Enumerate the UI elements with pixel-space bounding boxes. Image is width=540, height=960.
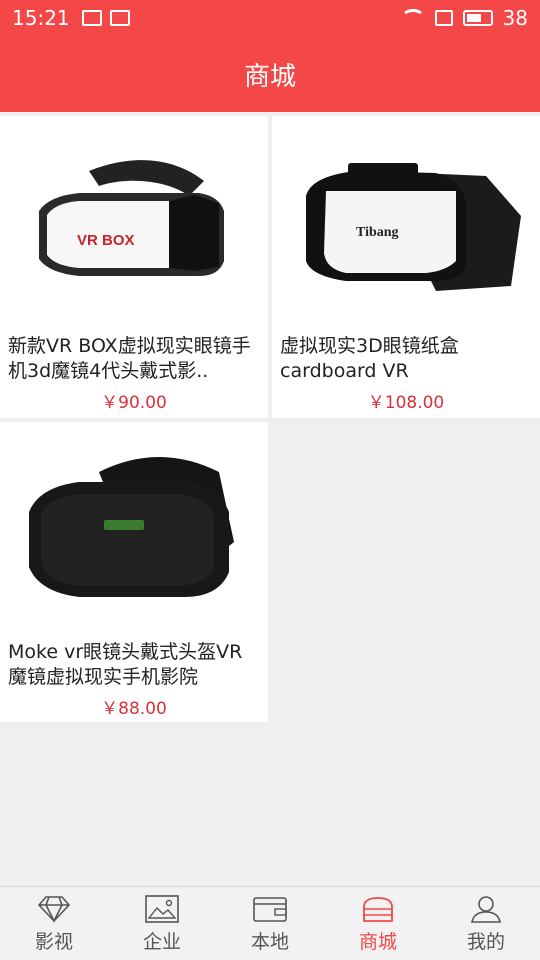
nav-label: 影视 [34,931,73,953]
nav-item-mall[interactable]: 商城 [324,887,432,960]
image-icon [145,895,179,923]
battery-icon [462,10,493,26]
nav-label: 我的 [466,931,505,953]
product-price: ￥88.00 [101,699,167,719]
nav-item-business[interactable]: 企业 [108,887,216,960]
product-image: Tibang [272,116,540,326]
product-title: Moke vr眼镜头戴式头盔VR魔镜虚拟现实手机影院 [8,641,243,688]
shop-icon [361,895,395,923]
status-time: 15:21 [12,6,70,30]
app-header: 商城 [0,36,540,112]
status-bar: 15:21 38 [0,0,540,36]
product-image: VR BOX [0,116,268,326]
bottom-nav: 影视 企业 本地 商城 我的 [0,886,540,960]
user-icon [469,895,503,923]
page-title: 商城 [243,61,296,92]
product-title: 虚拟现实3D眼镜纸盒cardboard VR [280,335,459,382]
product-card[interactable]: Tibang 虚拟现实3D眼镜纸盒cardboard VR ￥108.00 [272,116,540,418]
brand-label: VR BOX [77,232,135,249]
nav-label: 商城 [358,931,397,953]
battery-level: 38 [502,6,528,30]
brand-label: Tibang [356,225,399,240]
product-image [0,422,268,632]
product-price: ￥90.00 [101,393,167,413]
product-card[interactable]: VR BOX 新款VR BOX虚拟现实眼镜手机3d魔镜4代头戴式影.. ￥90.… [0,116,268,418]
nav-item-local[interactable]: 本地 [216,887,324,960]
nav-label: 企业 [142,931,181,953]
nav-item-mine[interactable]: 我的 [432,887,540,960]
product-title: 新款VR BOX虚拟现实眼镜手机3d魔镜4代头戴式影.. [8,335,251,382]
nav-label: 本地 [250,931,289,953]
wallet-icon [253,895,287,923]
sim-icon [434,10,453,26]
wifi-icon [400,9,425,27]
diamond-icon [37,895,71,923]
product-card[interactable]: Moke vr眼镜头戴式头盔VR魔镜虚拟现实手机影院 ￥88.00 [0,422,268,722]
nav-item-film[interactable]: 影视 [0,887,108,960]
gallery-notification-icon [109,10,130,26]
notification-icon [81,10,102,26]
product-price: ￥108.00 [367,393,445,413]
